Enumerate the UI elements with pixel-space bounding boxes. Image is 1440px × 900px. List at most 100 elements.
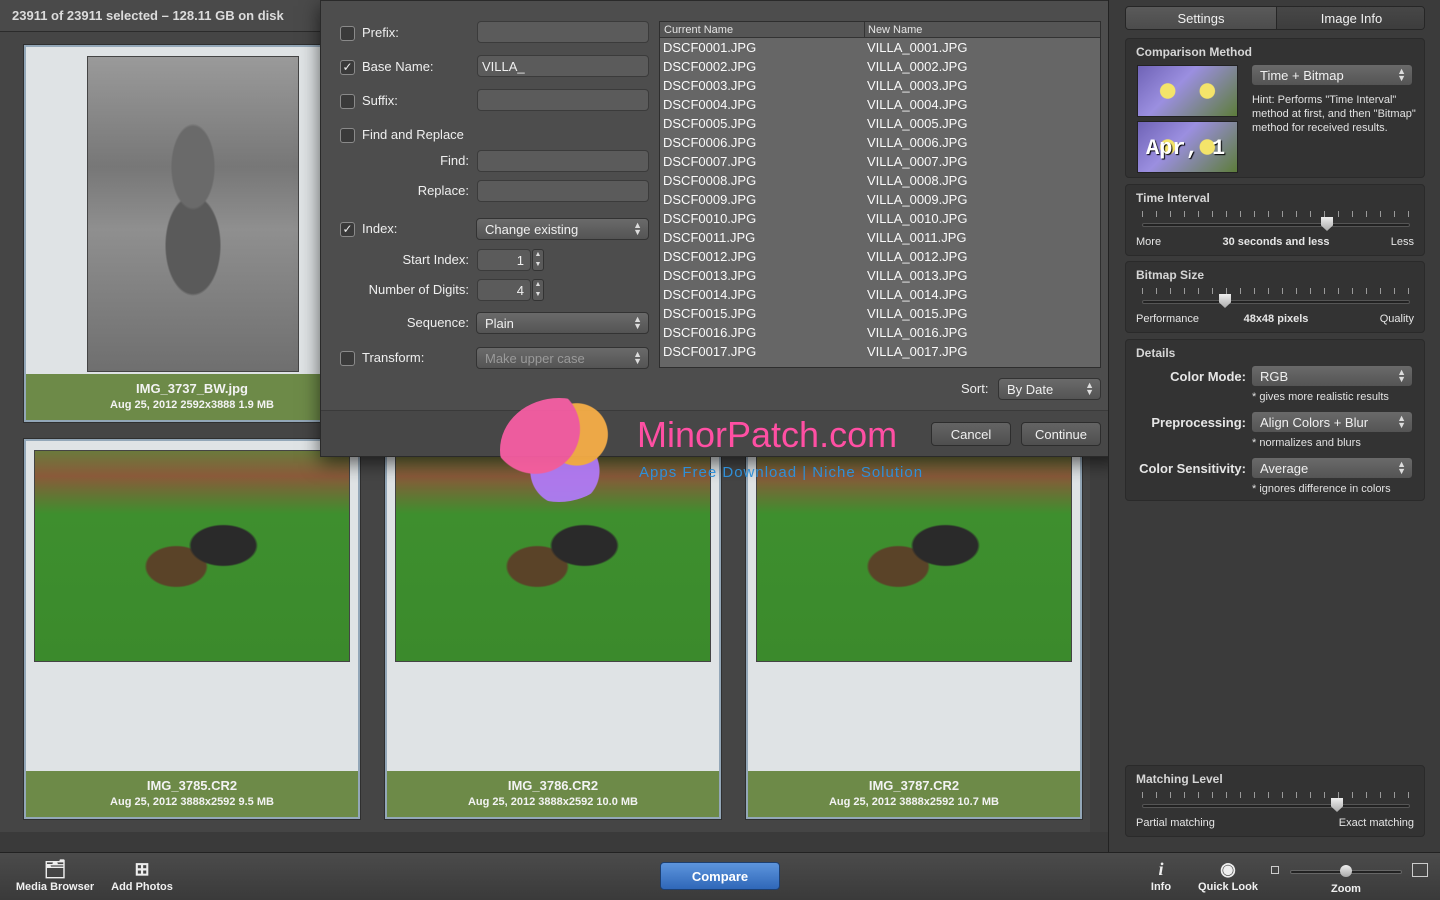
continue-button[interactable]: Continue [1021,422,1101,446]
list-item[interactable]: DSCF0009.JPG VILLA_0009.JPG [660,190,1100,209]
tab-settings[interactable]: Settings [1126,7,1276,29]
find-replace-checkbox[interactable] [340,128,355,143]
quick-look-label: Quick Look [1198,881,1258,893]
bitmap-size-max-label: Quality [1379,313,1414,325]
watermark-logo-icon [500,398,618,502]
rename-preview-list[interactable]: Current Name New Name DSCF0001.JPG VILLA_… [659,21,1101,368]
sort-value: By Date [1007,382,1054,397]
quick-look-button[interactable]: ◉ Quick Look [1194,859,1262,893]
suffix-field[interactable] [477,89,649,111]
sort-select[interactable]: By Date ▲ ▼ [998,378,1101,400]
comparison-method-panel: Comparison Method Apr, 1 Time + Bitmap ▲… [1125,38,1425,178]
bitmap-size-value: 48x48 pixels [1243,313,1309,325]
new-name-cell: VILLA_0015.JPG [867,306,968,321]
photo-caption: IMG_3737_BW.jpg Aug 25, 2012 2592x3888 1… [26,374,358,420]
list-item[interactable]: DSCF0013.JPG VILLA_0013.JPG [660,266,1100,285]
list-item[interactable]: DSCF0016.JPG VILLA_0016.JPG [660,323,1100,342]
new-name-cell: VILLA_0017.JPG [867,344,968,359]
sensitivity-label: Color Sensitivity: [1139,461,1246,476]
list-item[interactable]: DSCF0003.JPG VILLA_0003.JPG [660,76,1100,95]
add-photos-button[interactable]: ⊞ Add Photos [108,859,176,893]
add-photos-label: Add Photos [111,881,173,893]
start-index-stepper[interactable]: ▲ ▼ [532,249,544,271]
media-browser-button[interactable]: 🗂 Media Browser [12,859,98,893]
comparison-hint: Hint: Performs "Time Interval" method at… [1252,94,1416,134]
sensitivity-select[interactable]: Average ▲ ▼ [1251,457,1413,479]
zoom-large-icon [1412,863,1428,877]
photo-meta: Aug 25, 2012 2592x3888 1.9 MB [110,399,274,411]
list-item[interactable]: DSCF0010.JPG VILLA_0010.JPG [660,209,1100,228]
slider-ticks [1142,288,1410,294]
comparison-method-title: Comparison Method [1136,45,1252,59]
new-name-cell: VILLA_0012.JPG [867,249,968,264]
list-item[interactable]: DSCF0006.JPG VILLA_0006.JPG [660,133,1100,152]
base-name-field[interactable]: VILLA_ [477,55,649,77]
media-browser-label: Media Browser [15,881,95,893]
list-item[interactable]: DSCF0005.JPG VILLA_0005.JPG [660,114,1100,133]
list-item[interactable]: DSCF0007.JPG VILLA_0007.JPG [660,152,1100,171]
index-mode-select[interactable]: Change existing ▲ ▼ [476,218,649,240]
digits-stepper[interactable]: ▲ ▼ [532,279,544,301]
list-item[interactable]: DSCF0011.JPG VILLA_0011.JPG [660,228,1100,247]
slider-knob[interactable] [1219,294,1231,308]
matching-level-panel: Matching Level Partial matching Exact ma… [1125,765,1425,837]
suffix-checkbox[interactable] [340,94,355,109]
tab-image-info[interactable]: Image Info [1276,7,1424,29]
color-mode-select[interactable]: RGB ▲ ▼ [1251,365,1413,387]
time-interval-min-label: More [1136,236,1162,248]
info-icon: i [1158,859,1164,879]
current-name-cell: DSCF0005.JPG [663,116,757,131]
list-item[interactable]: DSCF0004.JPG VILLA_0004.JPG [660,95,1100,114]
matching-max-label: Exact matching [1338,817,1414,829]
replace-label: Replace: [417,183,469,198]
list-item[interactable]: DSCF0012.JPG VILLA_0012.JPG [660,247,1100,266]
transform-checkbox[interactable] [340,351,355,366]
slider-knob[interactable] [1331,798,1343,812]
photo-card[interactable]: IMG_3737_BW.jpg Aug 25, 2012 2592x3888 1… [24,45,360,422]
list-item[interactable]: DSCF0014.JPG VILLA_0014.JPG [660,285,1100,304]
zoom-label: Zoom [1331,883,1361,895]
column-new-name[interactable]: New Name [868,24,922,36]
current-name-cell: DSCF0014.JPG [663,287,757,302]
preprocessing-label: Preprocessing: [1151,415,1246,430]
new-name-cell: VILLA_0010.JPG [867,211,968,226]
list-header: Current Name New Name [660,22,1100,38]
start-index-field[interactable]: 1 [477,249,531,271]
photo-filename: IMG_3785.CR2 [146,778,238,793]
comparison-method-select[interactable]: Time + Bitmap ▲ ▼ [1251,64,1413,86]
preprocessing-value: Align Colors + Blur [1260,415,1369,430]
column-current-name[interactable]: Current Name [664,24,733,36]
base-name-checkbox[interactable]: ✓ [340,60,355,75]
slider-ticks [1142,211,1410,217]
prefix-checkbox[interactable] [340,26,355,41]
photo-card[interactable]: IMG_3785.CR2 Aug 25, 2012 3888x2592 9.5 … [24,439,360,819]
list-item[interactable]: DSCF0015.JPG VILLA_0015.JPG [660,304,1100,323]
list-item[interactable]: DSCF0017.JPG VILLA_0017.JPG [660,342,1100,361]
list-item[interactable]: DSCF0008.JPG VILLA_0008.JPG [660,171,1100,190]
index-checkbox[interactable]: ✓ [340,222,355,237]
current-name-cell: DSCF0007.JPG [663,154,757,169]
sequence-select[interactable]: Plain ▲ ▼ [476,312,649,334]
find-field[interactable] [477,150,649,172]
list-item[interactable]: DSCF0002.JPG VILLA_0002.JPG [660,57,1100,76]
popup-arrows-icon: ▲ ▼ [1397,459,1406,476]
digits-field[interactable]: 4 [477,279,531,301]
info-button[interactable]: i Info [1142,859,1180,893]
compare-button[interactable]: Compare [660,862,780,890]
photo-caption: IMG_3787.CR2 Aug 25, 2012 3888x2592 10.7… [748,771,1080,817]
color-mode-value: RGB [1260,369,1289,384]
slider-track [1142,300,1410,304]
matching-min-label: Partial matching [1136,817,1215,829]
preprocessing-select[interactable]: Align Colors + Blur ▲ ▼ [1251,411,1413,433]
index-mode-value: Change existing [485,222,579,237]
slider-knob[interactable] [1321,217,1333,231]
prefix-field[interactable] [477,21,649,43]
zoom-slider-knob[interactable] [1340,865,1352,877]
current-name-cell: DSCF0004.JPG [663,97,757,112]
sort-label: Sort: [961,381,989,396]
replace-field[interactable] [477,180,649,202]
list-item[interactable]: DSCF0001.JPG VILLA_0001.JPG [660,38,1100,57]
photo-filename: IMG_3737_BW.jpg [136,381,248,396]
new-name-cell: VILLA_0002.JPG [867,59,968,74]
transform-select[interactable]: Make upper case ▲ ▼ [476,347,649,369]
